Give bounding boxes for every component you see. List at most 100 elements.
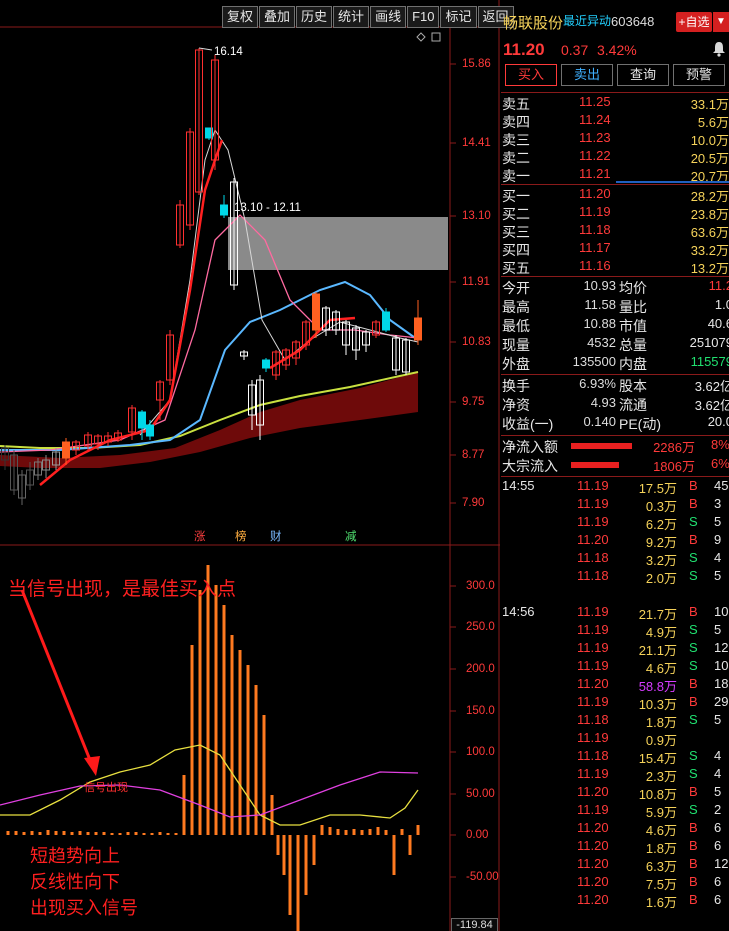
bid-row[interactable]: 买三 11.18 63.6万 bbox=[501, 222, 729, 240]
tick-side: S bbox=[689, 568, 698, 583]
indicator-bar bbox=[392, 835, 396, 875]
ask-row[interactable]: 卖二 11.22 20.5万 bbox=[501, 148, 729, 166]
indicator-axis-label: 200.0 bbox=[466, 663, 495, 675]
tick-price: 11.19 bbox=[577, 694, 609, 709]
flow-bar bbox=[571, 443, 632, 449]
chart-area[interactable]: 15.86 14.41 13.10 11.91 10.83 9.75 8.77 … bbox=[0, 0, 500, 931]
indicator-bar bbox=[142, 833, 146, 835]
draw-line-button[interactable]: 画线 bbox=[370, 6, 407, 28]
stock-name[interactable]: 畅联股份 bbox=[503, 12, 563, 33]
bid-price: 11.16 bbox=[579, 258, 611, 273]
tick-count: 2 bbox=[714, 802, 722, 817]
tick-count: 18 bbox=[714, 676, 729, 691]
divider bbox=[501, 435, 729, 436]
ask-row[interactable]: 卖五 11.25 33.1万 bbox=[501, 94, 729, 112]
tick-price: 11.19 bbox=[577, 478, 609, 493]
quote-panel: 畅联股份 最近异动 603648 +自选 ▼ 11.20 0.37 3.42% … bbox=[501, 0, 729, 931]
ask-row[interactable]: 卖四 11.24 5.6万 bbox=[501, 112, 729, 130]
adjust-button[interactable]: 复权 bbox=[222, 6, 259, 28]
book-divider bbox=[616, 181, 729, 183]
price-row: 11.20 0.37 3.42% bbox=[501, 38, 729, 62]
tick-side: S bbox=[689, 802, 698, 817]
indicator-bar bbox=[198, 590, 202, 835]
tick-side: S bbox=[689, 514, 698, 529]
mark-button[interactable]: 标记 bbox=[440, 6, 477, 28]
event-tag-limit-up[interactable]: 涨 bbox=[194, 528, 206, 544]
event-tag-financial[interactable]: 财 bbox=[270, 528, 282, 544]
indicator-bar bbox=[304, 835, 308, 895]
stats-row: 现量 4532 总量 251079 bbox=[501, 335, 729, 354]
divider bbox=[501, 92, 729, 93]
price-change: 0.37 bbox=[561, 42, 589, 58]
chevron-down-icon[interactable]: ▼ bbox=[713, 12, 729, 32]
tick-price: 11.19 bbox=[577, 730, 609, 745]
ask-volume: 10.0万 bbox=[690, 133, 729, 148]
bid-label: 买一 bbox=[502, 188, 530, 204]
annotation-line: 反线性向下 bbox=[30, 872, 120, 892]
tick-volume: 5.9万 bbox=[645, 805, 677, 820]
range-box bbox=[228, 217, 448, 270]
bid-row[interactable]: 买五 11.16 13.2万 bbox=[501, 258, 729, 276]
tick-row: 11.18 3.2万 S 4 bbox=[501, 550, 729, 568]
bell-icon[interactable] bbox=[712, 41, 726, 57]
history-button[interactable]: 历史 bbox=[296, 6, 333, 28]
indicator-bar bbox=[6, 831, 10, 835]
annotation-line: 出现买入信号 bbox=[30, 898, 138, 918]
tick-volume: 6.3万 bbox=[645, 859, 677, 874]
ask-volume: 33.1万 bbox=[690, 97, 729, 112]
tick-time: 14:55 bbox=[502, 478, 535, 493]
tick-side: B bbox=[689, 694, 698, 709]
indicator-bar bbox=[62, 831, 66, 835]
candle-body bbox=[262, 359, 270, 369]
tick-side: B bbox=[689, 676, 698, 691]
indicator-bar bbox=[206, 565, 210, 835]
indicator-bar bbox=[276, 835, 280, 855]
tick-side: S bbox=[689, 622, 698, 637]
price-axis-label: 7.90 bbox=[462, 497, 485, 509]
indicator-bar bbox=[22, 832, 26, 835]
tick-side: S bbox=[689, 658, 698, 673]
tick-price: 11.20 bbox=[577, 838, 609, 853]
indicator-bar bbox=[86, 832, 90, 835]
event-tag-ranking[interactable]: 榜 bbox=[235, 528, 247, 544]
sell-button[interactable]: 卖出 bbox=[561, 64, 613, 86]
tick-row: 11.20 7.5万 B 6 bbox=[501, 874, 729, 892]
price-axis-label: 11.91 bbox=[462, 276, 490, 288]
buy-button[interactable]: 买入 bbox=[505, 64, 557, 86]
tick-price: 11.20 bbox=[577, 784, 609, 799]
candlestick-chart[interactable] bbox=[0, 0, 500, 931]
stat-label: 外盘 bbox=[502, 356, 530, 372]
statistics-button[interactable]: 统计 bbox=[333, 6, 370, 28]
tick-row: 11.19 21.1万 S 12 bbox=[501, 640, 729, 658]
tick-row: 11.20 9.2万 B 9 bbox=[501, 532, 729, 550]
alert-button[interactable]: 预警 bbox=[673, 64, 725, 86]
ask-row[interactable]: 卖三 11.23 10.0万 bbox=[501, 130, 729, 148]
query-button[interactable]: 查询 bbox=[617, 64, 669, 86]
ask-price: 11.24 bbox=[579, 112, 611, 127]
stat-value: 10.93 bbox=[583, 278, 616, 293]
stat-value: 3.62亿 bbox=[694, 398, 729, 413]
annotation-arrow bbox=[20, 589, 94, 766]
event-tag-reduce[interactable]: 减 bbox=[345, 528, 357, 544]
stats-row: 外盘 135500 内盘 115579 bbox=[501, 354, 729, 373]
indicator-bar bbox=[70, 832, 74, 835]
stat-label: 内盘 bbox=[619, 356, 647, 372]
bid-row[interactable]: 买一 11.20 28.2万 bbox=[501, 186, 729, 204]
overlay-button[interactable]: 叠加 bbox=[259, 6, 296, 28]
bid-row[interactable]: 买二 11.19 23.8万 bbox=[501, 204, 729, 222]
flow-label: 大宗流入 bbox=[502, 458, 558, 474]
stats-row: 收益(一)0.140PE(动)20.0 bbox=[501, 414, 729, 433]
bid-row[interactable]: 买四 11.17 33.2万 bbox=[501, 240, 729, 258]
f10-button[interactable]: F10 bbox=[407, 6, 440, 28]
ask-volume: 20.5万 bbox=[690, 151, 729, 166]
flow-row[interactable]: 大宗流入 1806万 6% bbox=[501, 456, 729, 475]
flow-row[interactable]: 净流入额 2286万 8% bbox=[501, 437, 729, 456]
stock-tag[interactable]: 最近异动 bbox=[563, 12, 611, 29]
tick-side: S bbox=[689, 712, 698, 727]
tick-count: 6 bbox=[714, 892, 722, 907]
indicator-bar bbox=[14, 831, 18, 835]
tick-row: 14:55 11.19 17.5万 B 45 bbox=[501, 478, 729, 496]
add-favorite-button[interactable]: +自选 bbox=[676, 12, 712, 32]
tick-side: B bbox=[689, 856, 698, 871]
tick-side: B bbox=[689, 820, 698, 835]
